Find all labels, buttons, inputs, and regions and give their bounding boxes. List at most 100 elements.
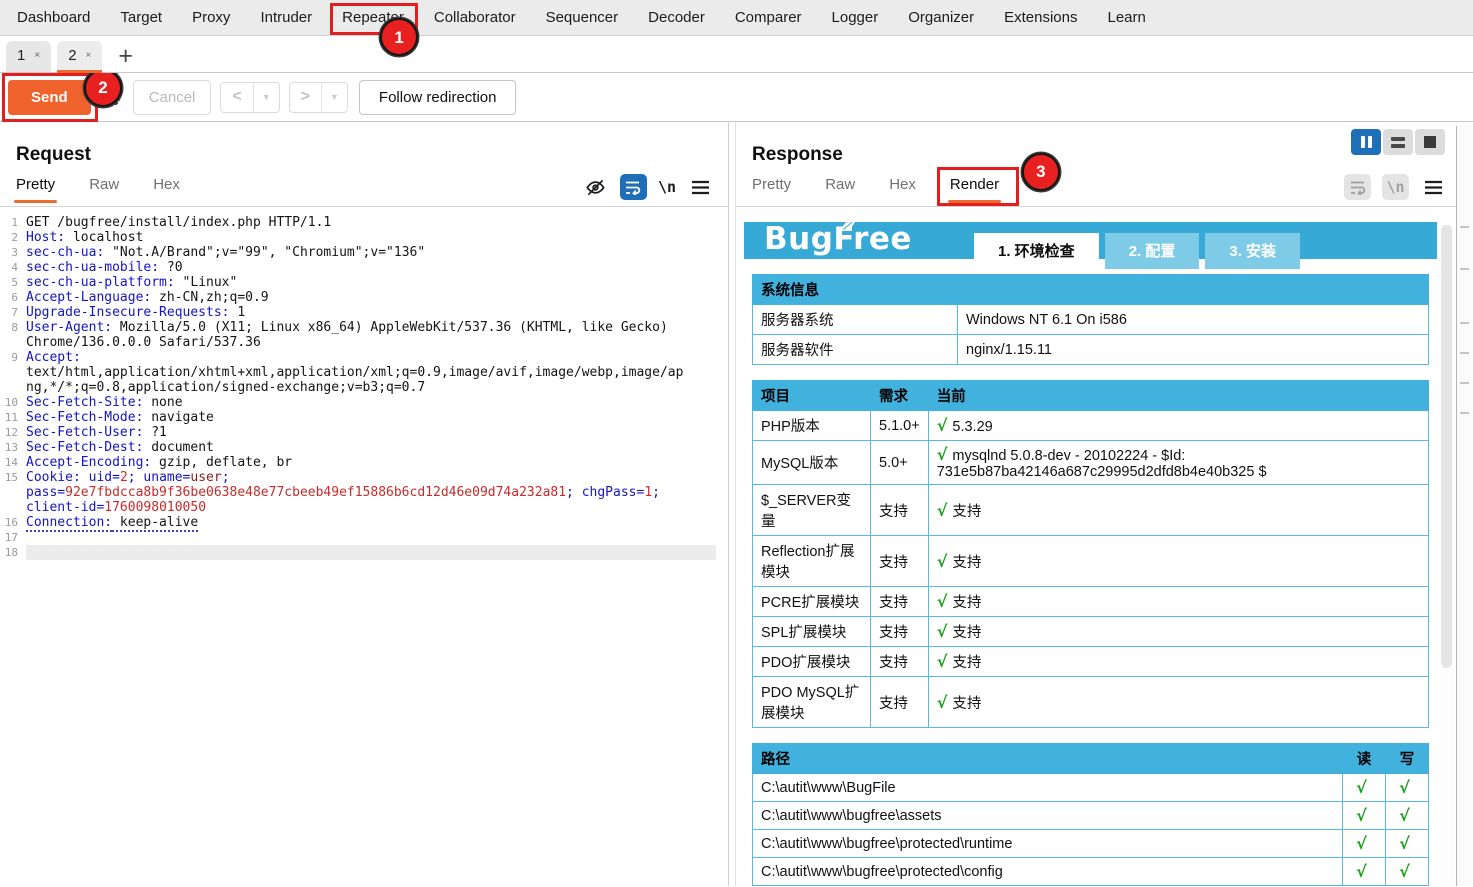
pause-updates-button[interactable] <box>1351 129 1381 155</box>
cancel-button[interactable]: Cancel <box>133 80 212 115</box>
tab-request-hex[interactable]: Hex <box>153 176 180 202</box>
paths-header: 路径 <box>753 744 1343 774</box>
request-editor[interactable]: 1GET /bugfree/install/index.php HTTP/1.1… <box>0 207 716 560</box>
menu-item-logger[interactable]: Logger <box>817 0 894 35</box>
http-segment: Mozilla/5.0 (X11; Linux x86_64) AppleWeb… <box>26 320 676 350</box>
line-text: Sec-Fetch-Mode: navigate <box>26 410 716 425</box>
menu-item-organizer[interactable]: Organizer <box>893 0 989 35</box>
tab-response-pretty[interactable]: Pretty <box>752 176 791 202</box>
http-segment: Accept-Encoding: <box>26 455 151 470</box>
paths-table: 路径读写C:\autit\www\BugFile√√C:\autit\www\b… <box>752 743 1429 886</box>
request-line: 11Sec-Fetch-Mode: navigate <box>0 410 716 425</box>
menu-item-decoder[interactable]: Decoder <box>633 0 720 35</box>
editor-menu-icon[interactable] <box>1420 174 1447 200</box>
paths-header: 写 <box>1386 744 1429 774</box>
http-segment: sec-ch-ua: <box>26 245 104 260</box>
back-request-button[interactable]: < ▼ <box>220 82 279 113</box>
requirement-current-text: 支持 <box>952 655 981 671</box>
line-text: Sec-Fetch-Dest: document <box>26 440 716 455</box>
table-row: 服务器软件nginx/1.15.11 <box>753 335 1429 365</box>
render-scrollbar-thumb[interactable] <box>1441 225 1452 668</box>
menu-item-extensions[interactable]: Extensions <box>989 0 1092 35</box>
line-number: 12 <box>0 425 26 440</box>
tab-response-hex[interactable]: Hex <box>889 176 916 202</box>
install-step-tab[interactable]: 1. 环境检查 <box>974 233 1099 269</box>
requirement-item: $_SERVER变量 <box>753 485 871 536</box>
table-row: C:\autit\www\bugfree\protected\runtime√√ <box>753 830 1429 858</box>
session-tab-1[interactable]: 1× <box>6 41 51 72</box>
menu-item-sequencer[interactable]: Sequencer <box>531 0 634 35</box>
http-segment: "Linux" <box>175 275 238 290</box>
menu-item-repeater[interactable]: Repeater1 <box>327 0 419 35</box>
requirement-current: √支持 <box>928 647 1428 677</box>
request-line: 7Upgrade-Insecure-Requests: 1 <box>0 305 716 320</box>
check-icon: √ <box>937 622 948 641</box>
show-newlines-icon[interactable]: \n <box>658 178 676 196</box>
menu-item-proxy[interactable]: Proxy <box>177 0 245 35</box>
http-segment: localhost <box>65 230 143 245</box>
editor-menu-icon[interactable] <box>687 174 714 200</box>
forward-arrow[interactable]: > <box>290 83 322 112</box>
system-info-label: 服务器软件 <box>753 335 958 365</box>
add-tab-button[interactable]: + <box>108 44 143 72</box>
follow-redirection-button[interactable]: Follow redirection <box>359 80 517 115</box>
requirement-current-text: 支持 <box>952 595 981 611</box>
word-wrap-icon[interactable] <box>620 174 647 200</box>
install-step-tab[interactable]: 2. 配置 <box>1105 233 1200 269</box>
http-segment: sec-ch-ua-platform: <box>26 275 175 290</box>
path-writable: √ <box>1386 802 1429 830</box>
line-text: sec-ch-ua-mobile: ?0 <box>26 260 716 275</box>
render-scrollbar[interactable] <box>1439 222 1454 886</box>
forward-dropdown-icon[interactable]: ▼ <box>322 83 347 112</box>
request-line: 4sec-ch-ua-mobile: ?0 <box>0 260 716 275</box>
tab-request-pretty[interactable]: Pretty <box>16 176 55 202</box>
back-dropdown-icon[interactable]: ▼ <box>254 83 279 112</box>
requirements-header: 当前 <box>928 381 1428 411</box>
forward-request-button[interactable]: > ▼ <box>289 82 348 113</box>
request-panel: Request PrettyRawHex <box>0 122 729 886</box>
session-tab-2[interactable]: 2× <box>57 41 102 72</box>
table-row: C:\autit\www\bugfree\assets√√ <box>753 802 1429 830</box>
system-info-label: 服务器系统 <box>753 305 958 335</box>
menu-item-intruder[interactable]: Intruder <box>245 0 327 35</box>
system-info-value: nginx/1.15.11 <box>958 335 1429 365</box>
line-text: Sec-Fetch-Site: none <box>26 395 716 410</box>
stop-render-button[interactable] <box>1415 129 1445 155</box>
scroll-marker-tick <box>1460 268 1469 270</box>
send-button[interactable]: Send <box>8 80 91 115</box>
close-icon[interactable]: × <box>86 50 92 61</box>
path-readable: √ <box>1343 774 1386 802</box>
requirement-item: PCRE扩展模块 <box>753 587 871 617</box>
install-step-tab[interactable]: 3. 安装 <box>1205 233 1300 269</box>
http-segment: 1 <box>230 305 246 320</box>
menu-item-collaborator[interactable]: Collaborator <box>419 0 531 35</box>
menu-item-target[interactable]: Target <box>105 0 177 35</box>
check-icon: √ <box>1399 806 1410 825</box>
requirements-header: 需求 <box>871 381 929 411</box>
table-header-row: 系统信息 <box>753 275 1429 305</box>
tab-request-raw[interactable]: Raw <box>89 176 119 202</box>
http-segment: user <box>190 470 221 485</box>
table-row: Reflection扩展模块支持√支持 <box>753 536 1429 587</box>
back-arrow[interactable]: < <box>221 83 253 112</box>
http-segment: Accept: <box>26 350 81 365</box>
menu-item-learn[interactable]: Learn <box>1092 0 1160 35</box>
table-row: MySQL版本5.0+√mysqlnd 5.0.8-dev - 20102224… <box>753 441 1429 485</box>
requirement-needed: 5.0+ <box>871 441 929 485</box>
path-readable: √ <box>1343 802 1386 830</box>
split-view-button[interactable] <box>1383 129 1413 155</box>
tab-response-raw[interactable]: Raw <box>825 176 855 202</box>
request-line: 14Accept-Encoding: gzip, deflate, br <box>0 455 716 470</box>
menu-item-comparer[interactable]: Comparer <box>720 0 817 35</box>
close-icon[interactable]: × <box>34 50 40 61</box>
menu-item-dashboard[interactable]: Dashboard <box>2 0 105 35</box>
path-readable: √ <box>1343 830 1386 858</box>
http-segment: sec-ch-ua-mobile: <box>26 260 159 275</box>
request-line: 6Accept-Language: zh-CN,zh;q=0.9 <box>0 290 716 305</box>
tab-response-render[interactable]: Render3 <box>950 176 999 202</box>
hide-nonprintable-icon[interactable] <box>582 174 609 200</box>
show-newlines-icon[interactable]: \n <box>1382 174 1409 200</box>
line-text <box>26 545 716 560</box>
paths-header: 读 <box>1343 744 1386 774</box>
word-wrap-icon[interactable] <box>1344 174 1371 200</box>
